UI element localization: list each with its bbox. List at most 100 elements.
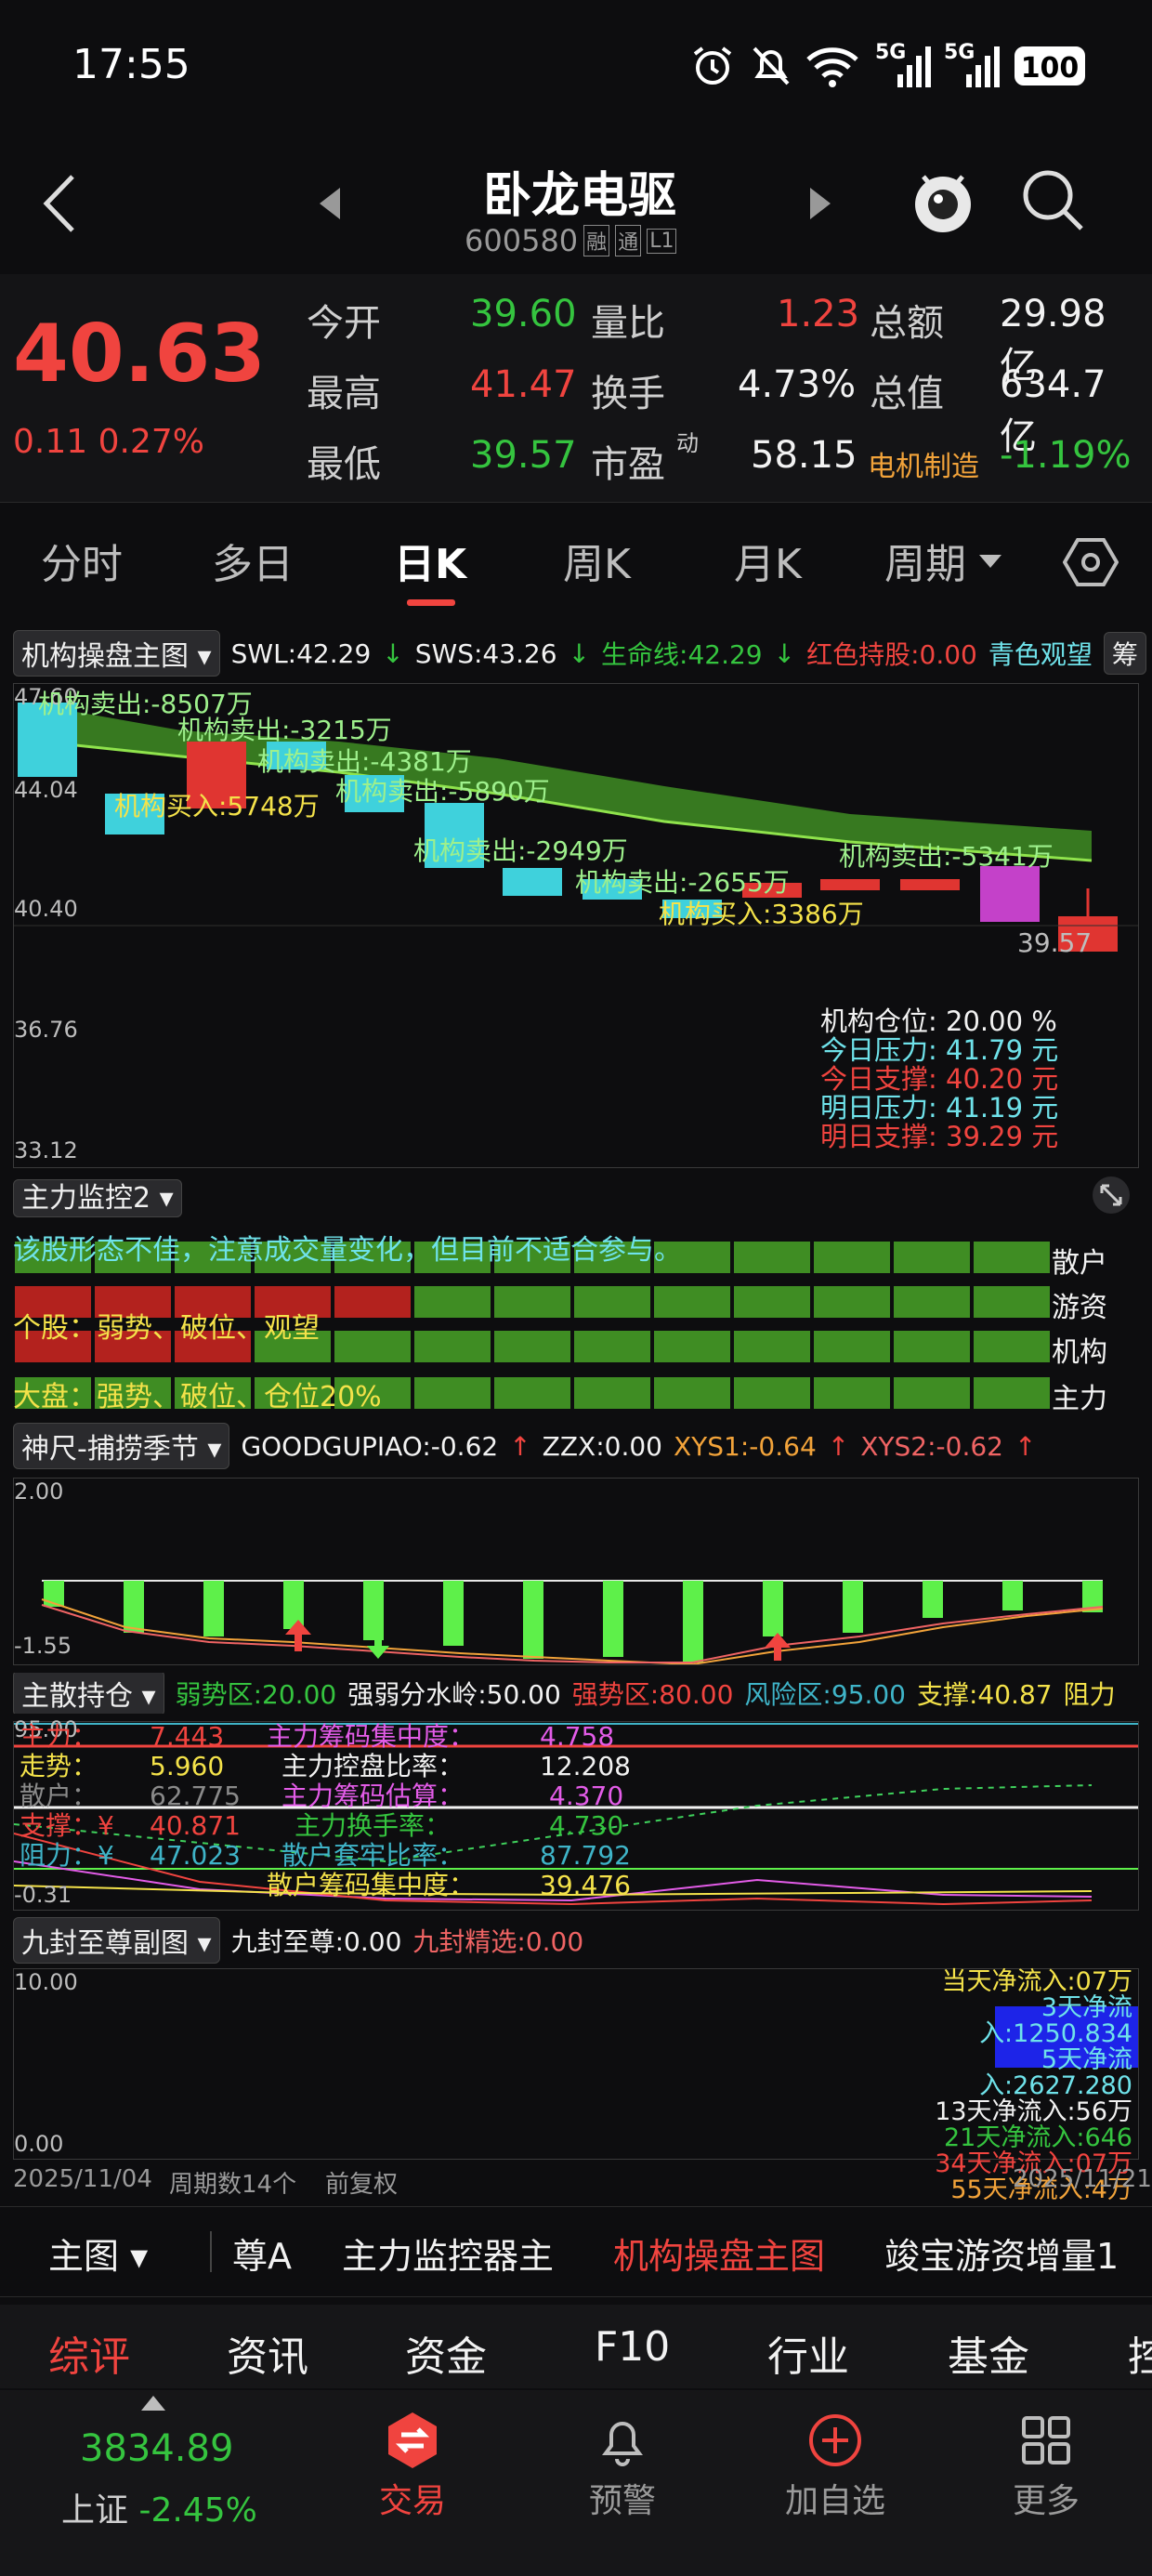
jiufeng-chart[interactable]: 10.00 0.00 当天净流入:07万 3天净流入:1250.834 5天净流… <box>13 1968 1139 2203</box>
nav-trade-label: 交易 <box>378 2482 446 2520</box>
caret-up-icon[interactable] <box>141 2396 165 2411</box>
monitor-cell <box>892 1284 972 1320</box>
zhusan-chart[interactable]: 95.00 -0.31 主力： 7.443 主力筹码集中度： 4.758 走势： 5.9… <box>13 1716 1139 1911</box>
date-footer: 2025/11/04 周期数14个 前复权 2025/11/21 <box>13 2165 1152 2200</box>
down-arrow-icon: ↓ <box>382 637 404 669</box>
open-value: 39.60 <box>470 293 577 335</box>
bar <box>124 1581 144 1633</box>
alarm-icon <box>693 46 732 85</box>
low-price-label: 39.57 <box>1017 927 1093 958</box>
expand-icon[interactable] <box>1091 1175 1132 1216</box>
monitor-cell <box>892 1240 972 1275</box>
tab-multiday[interactable]: 多日 <box>212 531 294 590</box>
tab-main-chart[interactable]: 主图 ▾ <box>48 2228 148 2279</box>
stock-name: 卧龙电驱 <box>483 168 677 224</box>
low-label: 最低 <box>307 443 381 486</box>
monitor-line-3: 大盘：强势、破位、仓位20% <box>13 1381 382 1413</box>
tab-more-cut[interactable]: 控 <box>1128 2323 1152 2383</box>
today-support: 今日支撑: 40.20 元 <box>820 1063 1059 1095</box>
shenchi-chart[interactable]: 2.00 -1.55 <box>13 1478 1139 1665</box>
quote-row: 今开 39.60 量比 1.23 总额 29.98亿 <box>307 293 1143 388</box>
tab-daily-k[interactable]: 日K <box>394 531 466 590</box>
tab-news[interactable]: 资讯 <box>227 2323 308 2383</box>
up-arrow-icon: ↑ <box>1015 1430 1037 1462</box>
mktcap-label: 总值 <box>870 373 944 415</box>
adjust-mode[interactable]: 前复权 <box>325 2165 398 2200</box>
monitor-header: 主力监控2 ▾ <box>13 1175 1137 1217</box>
weak-zone: 弱势区:20.00 <box>175 1679 337 1710</box>
prev-stock-icon[interactable] <box>320 188 340 219</box>
mascot-icon[interactable] <box>910 164 975 238</box>
nav-alert[interactable]: 预警 <box>572 2411 673 2522</box>
flow-note: 机构卖出:-5341万 <box>839 841 1054 872</box>
back-icon[interactable] <box>41 173 78 234</box>
nav-add-watch[interactable]: 加自选 <box>767 2411 903 2522</box>
monitor-cell <box>972 1375 1052 1411</box>
monitor-cell <box>652 1284 732 1320</box>
index-pct: -2.45% <box>138 2491 257 2530</box>
sector-label[interactable]: 电机制造 <box>868 443 979 484</box>
monitor-cell <box>572 1375 652 1411</box>
tab-monthly-k[interactable]: 月K <box>734 531 802 590</box>
nav-trade[interactable]: 交易 <box>362 2411 463 2522</box>
tab-f10[interactable]: F10 <box>595 2323 670 2371</box>
swl-value: SWL:42.29 <box>230 637 372 669</box>
shenchi-selector[interactable]: 神尺-捕捞季节 ▾ <box>13 1423 230 1469</box>
inst-position: 机构仓位: 20.00 % <box>820 1005 1057 1037</box>
battery-level: 100 <box>1020 52 1080 85</box>
zhusan-selector[interactable]: 主散持仓 ▾ <box>13 1673 164 1714</box>
price-change-row: 0.11 0.27% <box>13 423 204 461</box>
zzx-value: ZZX:0.00 <box>542 1430 662 1462</box>
monitor-cell <box>892 1329 972 1364</box>
high-value: 41.47 <box>470 363 577 406</box>
tab-inst-chart[interactable]: 机构操盘主图 <box>613 2228 825 2279</box>
tab-fund[interactable]: 基金 <box>948 2323 1029 2383</box>
index-value[interactable]: 3834.89 <box>80 2427 233 2470</box>
lifeline-value: 生命线:42.29 <box>601 639 763 670</box>
bar <box>843 1581 863 1633</box>
settings-hexagon-icon[interactable] <box>1063 534 1119 590</box>
status-bar: 17:55 5G 5G 100 <box>0 0 1152 139</box>
tab-industry[interactable]: 行业 <box>767 2323 849 2383</box>
bar <box>203 1581 224 1636</box>
jiufeng-select-value: 九封精选:0.00 <box>412 1926 584 1957</box>
zhusan-row: 走势： 5.960 主力控盘比率： 12.208 <box>20 1751 631 1781</box>
sector-value: -1.19% <box>1000 434 1132 477</box>
divide-line: 强弱分水岭:50.00 <box>347 1679 561 1710</box>
next-stock-icon[interactable] <box>810 188 831 219</box>
tab-intraday[interactable]: 分时 <box>41 531 123 590</box>
price-change: 0.11 <box>13 423 88 461</box>
chip-button[interactable]: 筹 <box>1103 632 1146 675</box>
flow-note: 机构卖出:-5890万 <box>335 776 550 807</box>
zhusan-header: 主散持仓 ▾ 弱势区:20.00 强弱分水岭:50.00 强势区:80.00 风… <box>13 1673 1152 1714</box>
monitor-cell <box>572 1284 652 1320</box>
chevron-down-icon[interactable] <box>979 555 1001 570</box>
xys1-value: XYS1:-0.64 <box>674 1430 817 1462</box>
candle <box>900 879 960 890</box>
candle <box>980 866 1040 922</box>
kline-chart[interactable]: 47.60 44.04 40.40 36.76 33.12 39.57 机构卖出… <box>13 683 1139 1168</box>
pe-value: 58.15 <box>751 434 857 477</box>
tab-weekly-k[interactable]: 周K <box>563 531 631 590</box>
tab-funds[interactable]: 资金 <box>405 2323 487 2383</box>
monitor-cell <box>333 1329 412 1364</box>
main-indicator-selector[interactable]: 机构操盘主图 ▾ <box>13 630 220 677</box>
bar <box>363 1581 384 1640</box>
search-icon[interactable] <box>1020 167 1085 232</box>
shenchi-svg <box>41 1580 1104 1664</box>
jiufeng-selector[interactable]: 九封至尊副图 ▾ <box>13 1917 220 1964</box>
monitor-cell <box>812 1375 892 1411</box>
tab-period[interactable]: 周期 <box>884 531 966 590</box>
main-indicator-header: 机构操盘主图 ▾ SWL:42.29 ↓ SWS:43.26 ↓ 生命线:42.29… <box>13 630 1152 677</box>
monitor-line-2: 个股：弱势、破位、观望 <box>13 1312 320 1345</box>
tab-main-monitor[interactable]: 主力监控器主 <box>342 2228 554 2279</box>
monitor-selector[interactable]: 主力监控2 ▾ <box>13 1179 182 1217</box>
tab-overview[interactable]: 综评 <box>48 2323 130 2383</box>
tab-hotmoney[interactable]: 竣宝游资增量1 <box>884 2228 1119 2279</box>
vol-ratio-label: 量比 <box>591 302 665 345</box>
index-row[interactable]: 上证 -2.45% <box>61 2483 257 2531</box>
nav-more[interactable]: 更多 <box>996 2411 1096 2522</box>
monitor-cell <box>333 1284 412 1320</box>
tab-zun-a[interactable]: 尊A <box>232 2228 292 2279</box>
trade-icon <box>388 2412 437 2468</box>
